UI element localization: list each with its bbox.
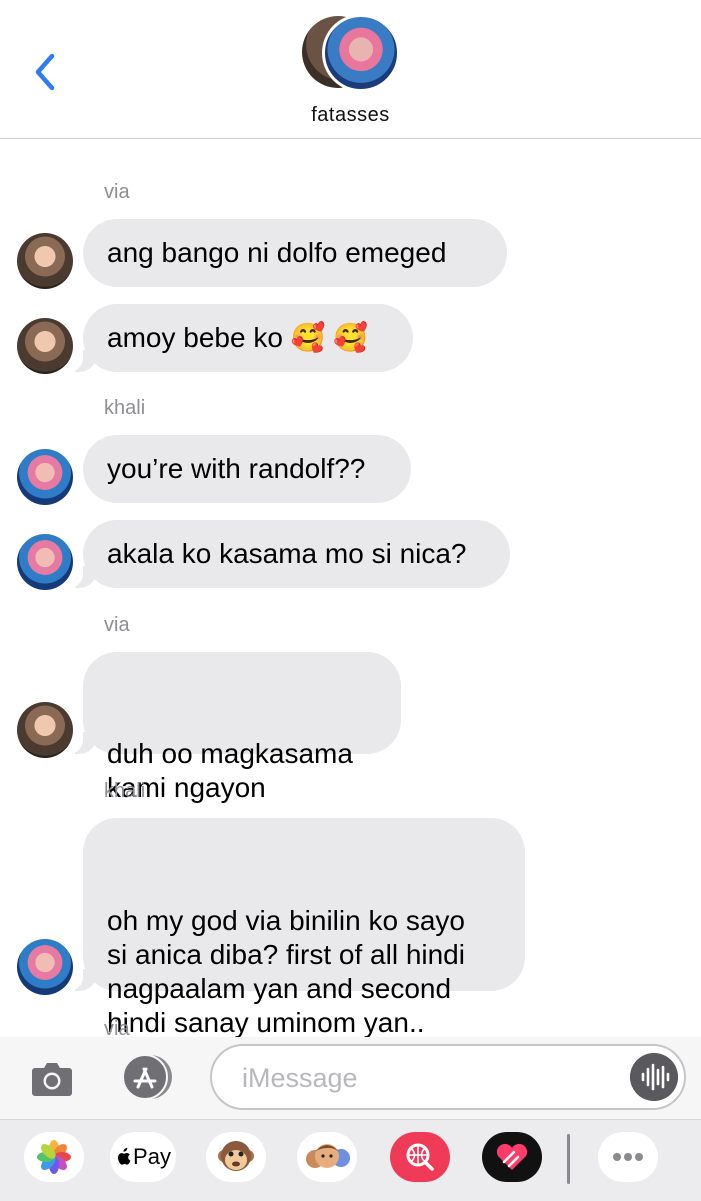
message-thread[interactable]: via ang bango ni dolfo emeged amoy bebe … bbox=[0, 139, 701, 1037]
message-text: duh oo magkasama kami ngayon bbox=[107, 738, 353, 803]
memoji-icon bbox=[306, 1144, 350, 1168]
message-bubble[interactable]: amoy bebe ko 🥰 🥰 bbox=[65, 304, 413, 372]
message-bubble[interactable]: ang bango ni dolfo emeged bbox=[65, 219, 507, 287]
app-tray: Pay bbox=[0, 1119, 701, 1201]
audio-message-icon[interactable] bbox=[630, 1053, 678, 1101]
message-input[interactable] bbox=[240, 1056, 624, 1100]
member-avatar-khali bbox=[322, 14, 400, 92]
app-store-icon[interactable] bbox=[118, 1053, 174, 1101]
animoji-button[interactable] bbox=[206, 1132, 266, 1182]
more-apps-button[interactable] bbox=[598, 1132, 658, 1182]
message-bubble[interactable]: duh oo magkasama kami ngayon bbox=[65, 652, 401, 803]
sender-name: khali bbox=[104, 780, 146, 802]
sender-name: via bbox=[104, 614, 130, 636]
sender-name: khali bbox=[104, 397, 146, 419]
apple-logo-icon bbox=[117, 1147, 131, 1165]
apple-pay-label: Pay bbox=[133, 1144, 171, 1169]
message-text: ang bango ni dolfo emeged bbox=[107, 237, 447, 268]
avatar-khali[interactable] bbox=[17, 449, 73, 505]
monkey-animoji-icon bbox=[218, 1141, 254, 1171]
sender-name: via bbox=[104, 1018, 130, 1037]
avatar-khali[interactable] bbox=[17, 939, 73, 995]
memoji-button[interactable] bbox=[297, 1132, 357, 1182]
message-text: akala ko kasama mo si nica? bbox=[107, 538, 467, 569]
message-text: oh my god via binilin ko sayo si anica d… bbox=[107, 905, 465, 1037]
search-images-icon bbox=[406, 1143, 434, 1171]
avatar-via[interactable] bbox=[17, 702, 73, 758]
message-bubble[interactable]: you’re with randolf?? bbox=[83, 435, 411, 503]
message-bubble[interactable]: akala ko kasama mo si nica? bbox=[65, 520, 510, 588]
camera-icon[interactable] bbox=[29, 1055, 75, 1101]
apple-pay-button[interactable]: Pay bbox=[110, 1132, 176, 1182]
back-chevron-icon[interactable] bbox=[30, 50, 60, 94]
tray-divider bbox=[567, 1134, 570, 1184]
photos-app-button[interactable] bbox=[24, 1132, 84, 1182]
more-icon bbox=[613, 1153, 643, 1161]
digital-touch-button[interactable] bbox=[482, 1132, 542, 1182]
message-text: you’re with randolf?? bbox=[107, 453, 366, 484]
image-search-button[interactable] bbox=[390, 1132, 450, 1182]
photos-icon bbox=[37, 1140, 71, 1174]
group-name[interactable]: fatasses bbox=[0, 104, 701, 127]
conversation-header: fatasses bbox=[0, 0, 701, 139]
message-field[interactable] bbox=[210, 1044, 686, 1110]
message-text: amoy bebe ko 🥰 🥰 bbox=[107, 322, 369, 353]
sender-name: via bbox=[104, 181, 130, 203]
compose-bar bbox=[0, 1037, 701, 1119]
digital-touch-icon bbox=[496, 1143, 528, 1170]
avatar-via[interactable] bbox=[17, 318, 73, 374]
avatar-via[interactable] bbox=[17, 233, 73, 289]
avatar-khali[interactable] bbox=[17, 534, 73, 590]
group-avatar[interactable] bbox=[302, 14, 402, 94]
message-bubble[interactable]: oh my god via binilin ko sayo si anica d… bbox=[65, 818, 525, 1037]
